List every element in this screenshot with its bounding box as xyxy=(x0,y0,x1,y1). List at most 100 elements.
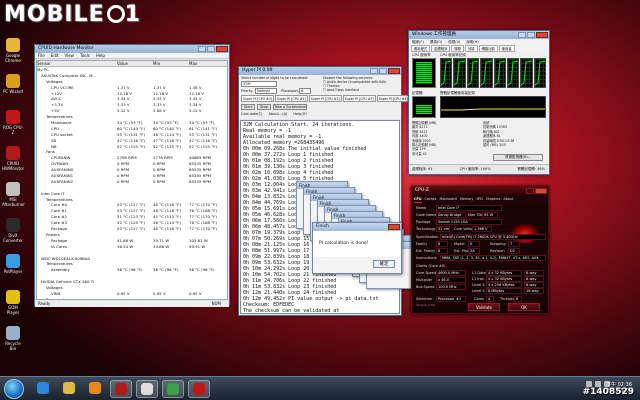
taskbar-file-explorer-button[interactable] xyxy=(58,380,80,398)
tab[interactable]: Graphics xyxy=(486,195,501,203)
tab[interactable]: Memory xyxy=(460,195,473,203)
sensor-table[interactable]: Sensor Value Min Max My PC ASUSTeK Comput… xyxy=(36,60,228,300)
tab[interactable]: Mainboard xyxy=(440,195,457,203)
validate-button[interactable]: Validate xyxy=(468,303,500,311)
menu-item[interactable]: 說明(H) xyxy=(466,40,478,44)
start-button[interactable]: Start xyxy=(241,104,255,110)
field-value: 2A xyxy=(468,248,480,254)
field-value: 4 xyxy=(486,296,494,302)
tab[interactable]: 處理程序 xyxy=(431,45,451,52)
desktop-shortcut[interactable]: DivX Converter xyxy=(2,218,24,248)
maximize-button[interactable] xyxy=(207,46,215,52)
cpuz-window[interactable]: CPU-Z CPU Caches Mainboard Memory SPD Graphic… xyxy=(411,186,549,314)
taskbar-media-player-button[interactable] xyxy=(84,380,106,398)
ok-button[interactable]: OK xyxy=(508,303,540,311)
taskbar-hwmonitor-button[interactable] xyxy=(110,380,132,398)
menu-item[interactable]: View xyxy=(64,53,74,58)
close-button[interactable] xyxy=(216,46,228,52)
column-header[interactable]: Sensor xyxy=(37,61,117,66)
minimize-button[interactable] xyxy=(518,32,526,38)
screenshot-button[interactable]: Take a Screenshot xyxy=(273,104,307,110)
tab[interactable]: 服務 xyxy=(451,45,464,52)
desktop-shortcut[interactable]: MSI Afterburner xyxy=(2,182,25,212)
menu-bar: File Edit View Tools Help xyxy=(35,53,229,59)
taskbar-internet-explorer-button[interactable] xyxy=(32,380,54,398)
tab[interactable]: About xyxy=(504,195,514,203)
minimize-button[interactable] xyxy=(370,68,378,74)
superpi-titlebar[interactable]: Hyper PI 0.99 xyxy=(239,67,401,75)
desktop-shortcut[interactable]: GOM Player xyxy=(2,290,24,320)
close-button[interactable] xyxy=(536,32,548,38)
tab-cpu[interactable]: Super PI [CPU #1] xyxy=(274,95,308,102)
processors-select[interactable]: 8 xyxy=(299,88,311,94)
task-manager-window[interactable]: Windows 工作管理員 檔案(F) 選項(O) 檢視(V) 說明(H) 應用程式處… xyxy=(408,30,550,175)
field-value: 6 xyxy=(436,241,448,247)
field-value: Intel Core i7 xyxy=(436,205,502,211)
menu-item[interactable]: Tools xyxy=(80,53,90,58)
tab[interactable]: CPU xyxy=(414,195,422,203)
menu-item[interactable]: Help(H) xyxy=(293,112,306,116)
table-row[interactable]: Temperatures xyxy=(37,297,227,299)
menu-item[interactable]: 檢視(V) xyxy=(448,40,460,44)
desktop-shortcut[interactable]: PotPlayer xyxy=(2,254,24,284)
hwmonitor-window[interactable]: CPUID Hardware Monitor File Edit View Tools… xyxy=(34,44,230,307)
tab-cpu[interactable]: Super PI [CPU #3] xyxy=(342,95,376,102)
taskbar-task-manager-button[interactable] xyxy=(162,380,184,398)
processor-select[interactable]: Processor #1 xyxy=(436,296,466,302)
close-button[interactable] xyxy=(535,188,547,194)
close-button[interactable] xyxy=(388,224,400,230)
app-icon xyxy=(6,146,20,160)
watermark-text: MOBILE xyxy=(4,2,105,27)
close-button[interactable] xyxy=(388,68,400,74)
column-header[interactable]: Value xyxy=(117,61,153,66)
finish-dialog[interactable]: Finish PI calculation is done! 確定 xyxy=(312,222,402,274)
menu-item[interactable]: 檔案(F) xyxy=(412,40,424,44)
tab[interactable]: Caches xyxy=(425,195,437,203)
digits-select[interactable]: 32M xyxy=(241,81,277,87)
task-manager-icon xyxy=(167,383,179,395)
hwmonitor-titlebar[interactable]: CPUID Hardware Monitor xyxy=(35,45,229,53)
desktop-shortcut[interactable]: CPUID HWMonitor xyxy=(2,146,24,176)
column-header[interactable]: Max xyxy=(189,61,225,66)
tab[interactable]: SPD xyxy=(476,195,483,203)
field-value: 95 W xyxy=(482,212,498,218)
menu-item[interactable]: Help xyxy=(96,53,105,58)
field-value: D2 xyxy=(508,248,520,254)
tab[interactable]: 應用程式 xyxy=(411,45,431,52)
tab-cpu[interactable]: Super PI [CPU #0] xyxy=(241,95,274,102)
menu-item[interactable]: 選項(O) xyxy=(430,40,443,44)
task-manager-titlebar[interactable]: Windows 工作管理員 xyxy=(409,31,549,39)
resource-monitor-button[interactable]: 資源監視器(R)... xyxy=(493,154,543,161)
menu-item[interactable]: About...(A) xyxy=(269,112,288,116)
window-title: CPU-Z xyxy=(415,188,429,193)
menu-item[interactable]: Calculate(C) xyxy=(241,112,263,116)
field-label: L1 Inst. xyxy=(472,277,485,281)
minimize-button[interactable] xyxy=(198,46,206,52)
desktop-shortcut[interactable]: Recycle Bin xyxy=(2,326,24,356)
tab[interactable]: 效能 xyxy=(464,45,478,52)
cpu-core-graph xyxy=(533,58,546,88)
taskbar-superpi-button[interactable] xyxy=(136,380,158,398)
priority-select[interactable]: Normal xyxy=(255,88,277,94)
tab-cpu[interactable]: Super PI [CPU #4] xyxy=(376,95,410,102)
menu-item[interactable]: Edit xyxy=(51,53,59,58)
tab[interactable]: 使用者 xyxy=(498,45,515,52)
tab[interactable]: 網路功能 xyxy=(478,45,498,52)
service-checkbox[interactable]: ☐ Aero Glass Interface xyxy=(323,88,386,92)
memory-history-graph xyxy=(440,96,546,118)
column-header[interactable]: Min xyxy=(153,61,189,66)
taskbar-cpuz-button[interactable] xyxy=(188,380,210,398)
desktop-shortcut[interactable]: ROG CPU-Z xyxy=(2,110,24,140)
maximize-button[interactable] xyxy=(379,68,387,74)
ok-button[interactable]: 確定 xyxy=(373,260,395,268)
menu-item[interactable]: File xyxy=(38,53,45,58)
tab-cpu[interactable]: Super PI [CPU #2] xyxy=(308,95,342,102)
desktop-shortcut[interactable]: Google Chrome xyxy=(2,38,24,68)
cpuz-titlebar[interactable]: CPU-Z xyxy=(412,187,548,195)
maximize-button[interactable] xyxy=(527,32,535,38)
dialog-titlebar[interactable]: Finish xyxy=(313,223,401,231)
stop-button[interactable]: Stop xyxy=(257,104,271,110)
start-button[interactable] xyxy=(4,379,24,399)
desktop-shortcut[interactable]: PC Wizard xyxy=(2,74,24,104)
minimize-button[interactable] xyxy=(526,188,534,194)
